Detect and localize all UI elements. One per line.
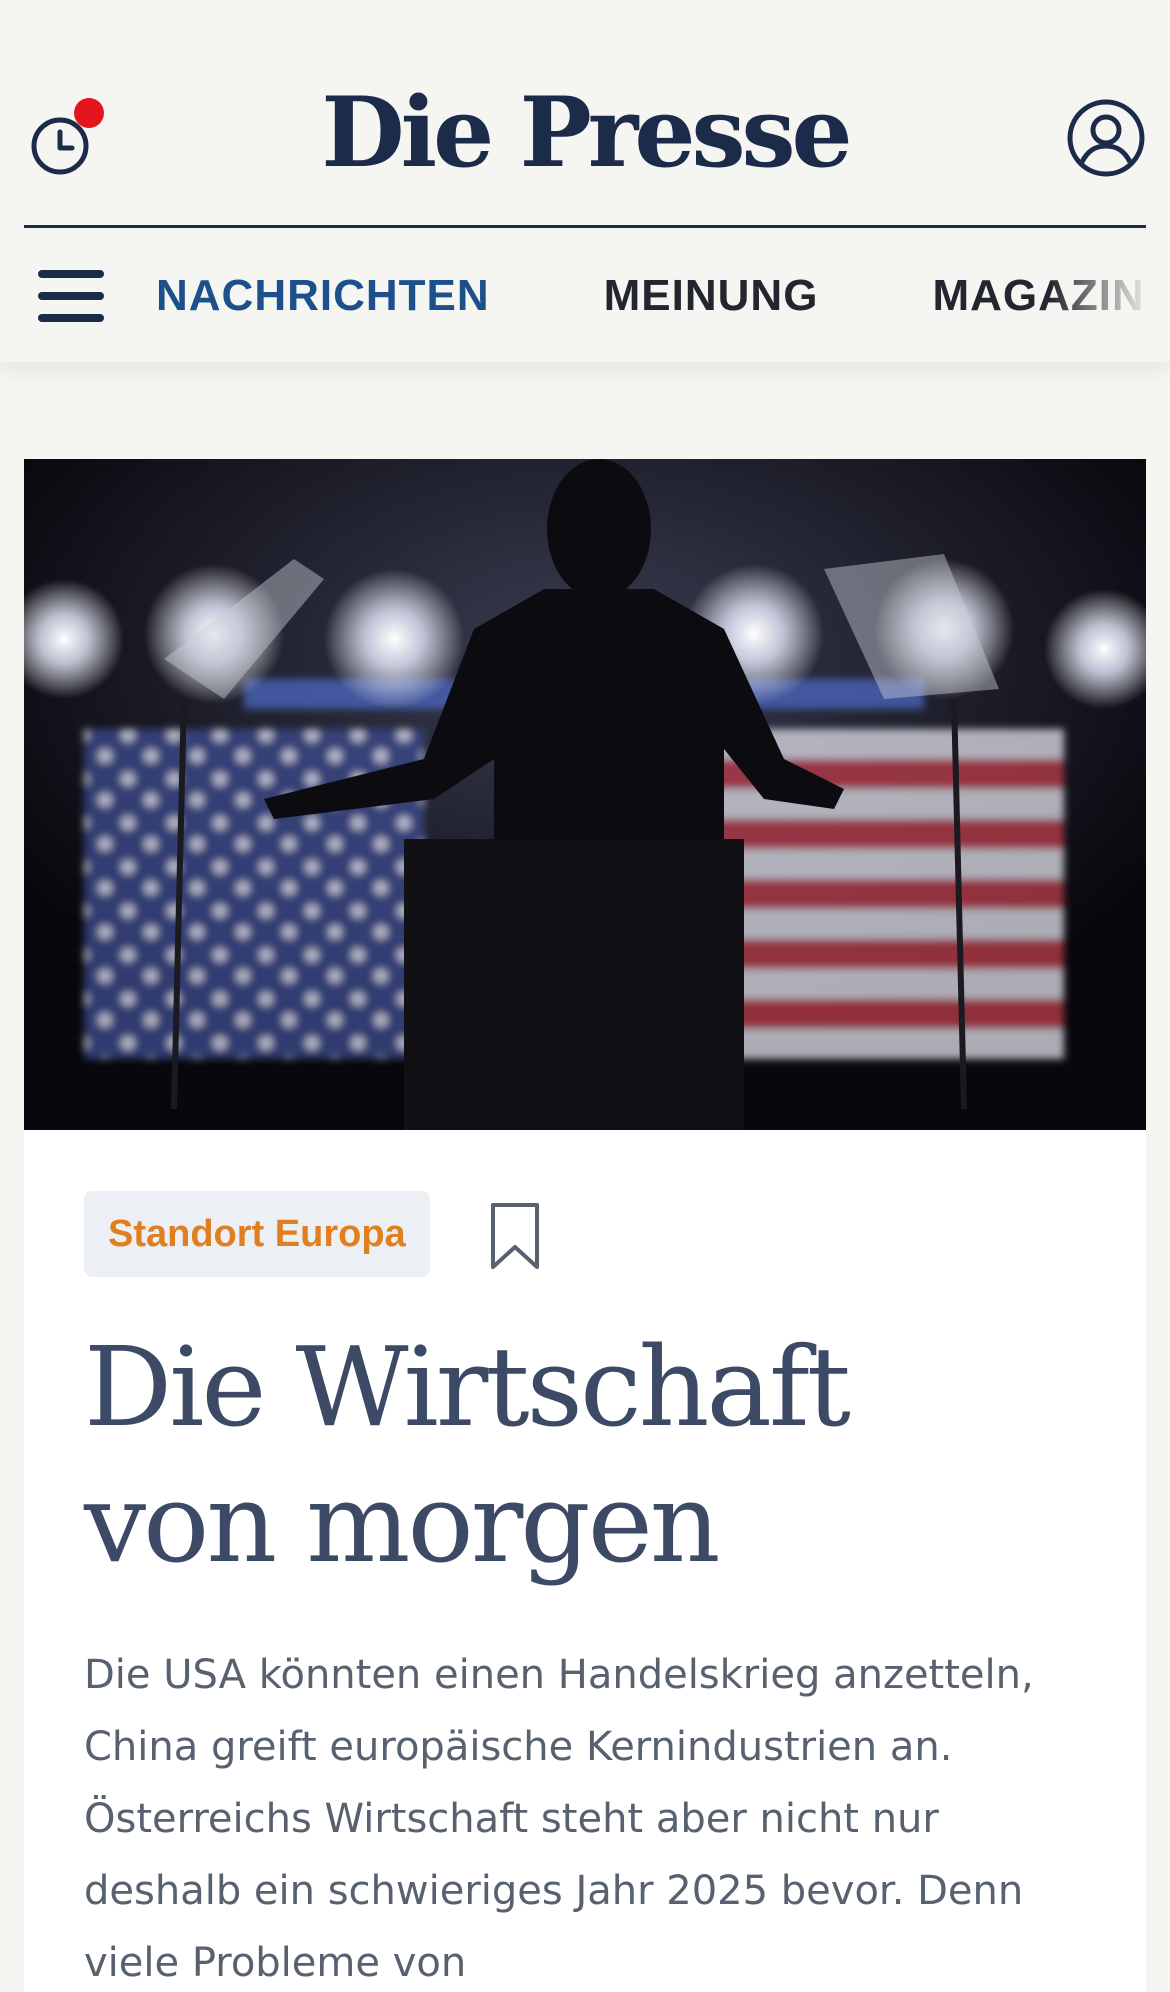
account-button[interactable] bbox=[1066, 98, 1146, 178]
page: Die Presse NACHRICHTEN MEINUNG MAGAZIN S… bbox=[0, 0, 1170, 1992]
site-header: Die Presse NACHRICHTEN MEINUNG MAGAZIN bbox=[0, 0, 1170, 362]
headline-line-1: Die Wirtschaft bbox=[84, 1323, 851, 1451]
article-card: Standort Europa Die Wirtschaft von morge… bbox=[24, 459, 1146, 1992]
nav-item-nachrichten[interactable]: NACHRICHTEN bbox=[156, 268, 490, 324]
menu-icon bbox=[38, 270, 104, 278]
article-image[interactable] bbox=[24, 459, 1146, 1130]
main-nav: NACHRICHTEN MEINUNG MAGAZIN bbox=[156, 268, 1170, 324]
site-logo[interactable]: Die Presse bbox=[0, 78, 1170, 188]
account-icon bbox=[1067, 99, 1145, 177]
category-tag[interactable]: Standort Europa bbox=[84, 1191, 430, 1277]
hero-photo bbox=[24, 459, 1146, 1130]
headline-line-2: von morgen bbox=[84, 1459, 721, 1587]
article-headline[interactable]: Die Wirtschaft von morgen bbox=[84, 1319, 1084, 1591]
menu-button[interactable] bbox=[38, 268, 106, 324]
header-divider bbox=[24, 225, 1146, 228]
nav-fade bbox=[1050, 268, 1170, 328]
article-teaser: Die USA könnten einen Handelskrieg anzet… bbox=[84, 1652, 1034, 1986]
nav-item-meinung[interactable]: MEINUNG bbox=[604, 268, 819, 324]
bookmark-icon bbox=[491, 1203, 539, 1269]
bookmark-button[interactable] bbox=[487, 1201, 543, 1273]
